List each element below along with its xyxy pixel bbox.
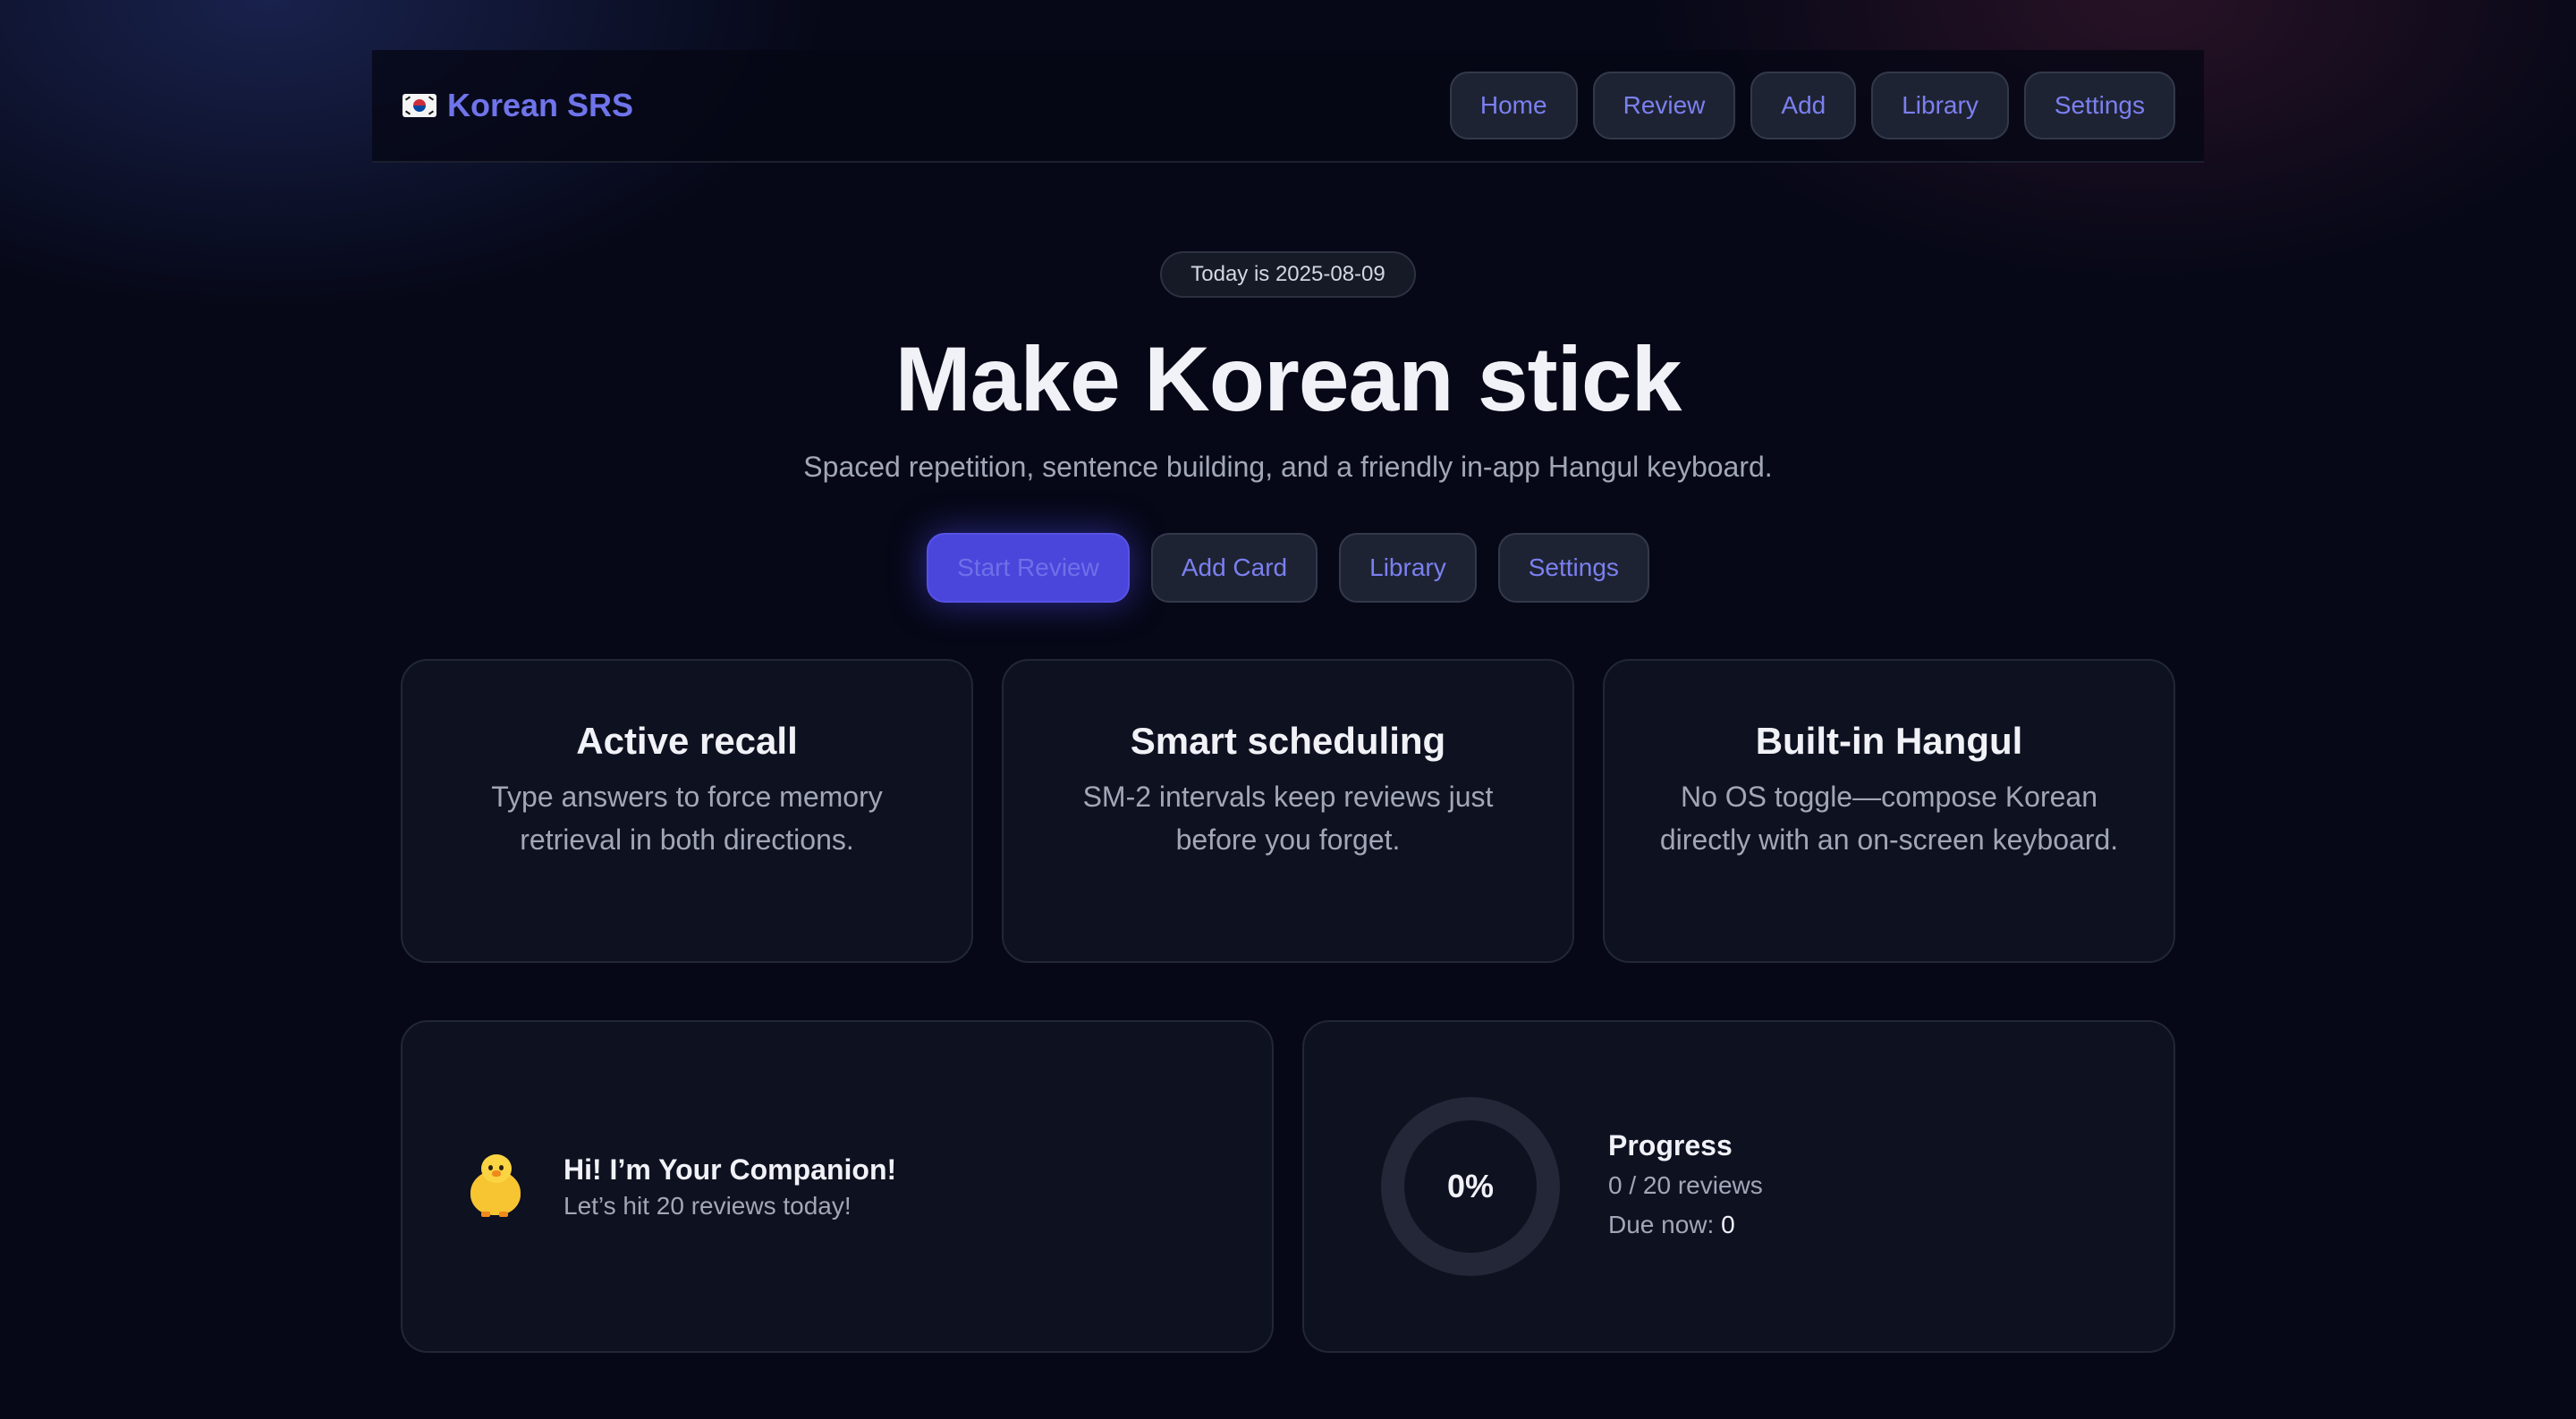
library-button[interactable]: Library [1339, 533, 1477, 603]
progress-reviews: 0 / 20 reviews [1608, 1170, 1763, 1199]
nav-review-button[interactable]: Review [1592, 72, 1736, 139]
nav-settings-button[interactable]: Settings [2023, 72, 2175, 139]
companion-card: Hi! I’m Your Companion! Let’s hit 20 rev… [401, 1020, 1274, 1353]
progress-ring: 0% [1379, 1095, 1562, 1278]
companion-text: Hi! I’m Your Companion! Let’s hit 20 rev… [564, 1153, 896, 1221]
feature-card-active-recall: Active recall Type answers to force memo… [401, 659, 973, 963]
top-navbar: Korean SRS Home Review Add Library Setti… [372, 50, 2204, 163]
progress-text: Progress 0 / 20 reviews Due now: 0 [1608, 1129, 1763, 1245]
progress-percent: 0% [1446, 1168, 1495, 1204]
settings-button[interactable]: Settings [1497, 533, 1649, 603]
companion-title: Hi! I’m Your Companion! [564, 1153, 897, 1186]
feature-title: Smart scheduling [1130, 720, 1446, 762]
feature-text: SM-2 intervals keep reviews just before … [1082, 781, 1494, 856]
nav-library-button[interactable]: Library [1871, 72, 2009, 139]
date-badge: Today is 2025-08-09 [1160, 251, 1416, 298]
progress-card: 0% Progress 0 / 20 reviews Due now: 0 [1302, 1020, 2175, 1353]
south-korea-flag-icon [402, 94, 436, 117]
main-nav: Home Review Add Library Settings [1449, 72, 2175, 139]
companion-message: Let’s hit 20 reviews today! [564, 1191, 852, 1220]
feature-title: Active recall [576, 720, 798, 762]
due-now-label: Due now: [1608, 1210, 1722, 1238]
hero-title: Make Korean stick [894, 328, 1682, 430]
hero-actions: Start Review Add Card Library Settings [0, 533, 2576, 603]
feature-card-built-in-hangul: Built-in Hangul No OS toggle—compose Kor… [1603, 659, 2175, 963]
nav-add-button[interactable]: Add [1750, 72, 1857, 139]
feature-text: No OS toggle—compose Korean directly wit… [1659, 781, 2119, 856]
progress-title: Progress [1608, 1128, 1733, 1161]
chick-icon [463, 1154, 528, 1219]
nav-home-button[interactable]: Home [1449, 72, 1578, 139]
feature-title: Built-in Hangul [1755, 720, 2023, 762]
brand-name: Korean SRS [447, 87, 634, 123]
add-card-button[interactable]: Add Card [1150, 533, 1318, 603]
hero-subtitle: Spaced repetition, sentence building, an… [803, 451, 1773, 483]
due-now: Due now: 0 [1608, 1205, 1763, 1245]
brand[interactable]: Korean SRS [402, 87, 633, 124]
feature-card-smart-scheduling: Smart scheduling SM-2 intervals keep rev… [1002, 659, 1574, 963]
due-now-value: 0 [1721, 1210, 1735, 1238]
start-review-button[interactable]: Start Review [927, 533, 1130, 603]
feature-text: Type answers to force memory retrieval i… [491, 781, 883, 856]
